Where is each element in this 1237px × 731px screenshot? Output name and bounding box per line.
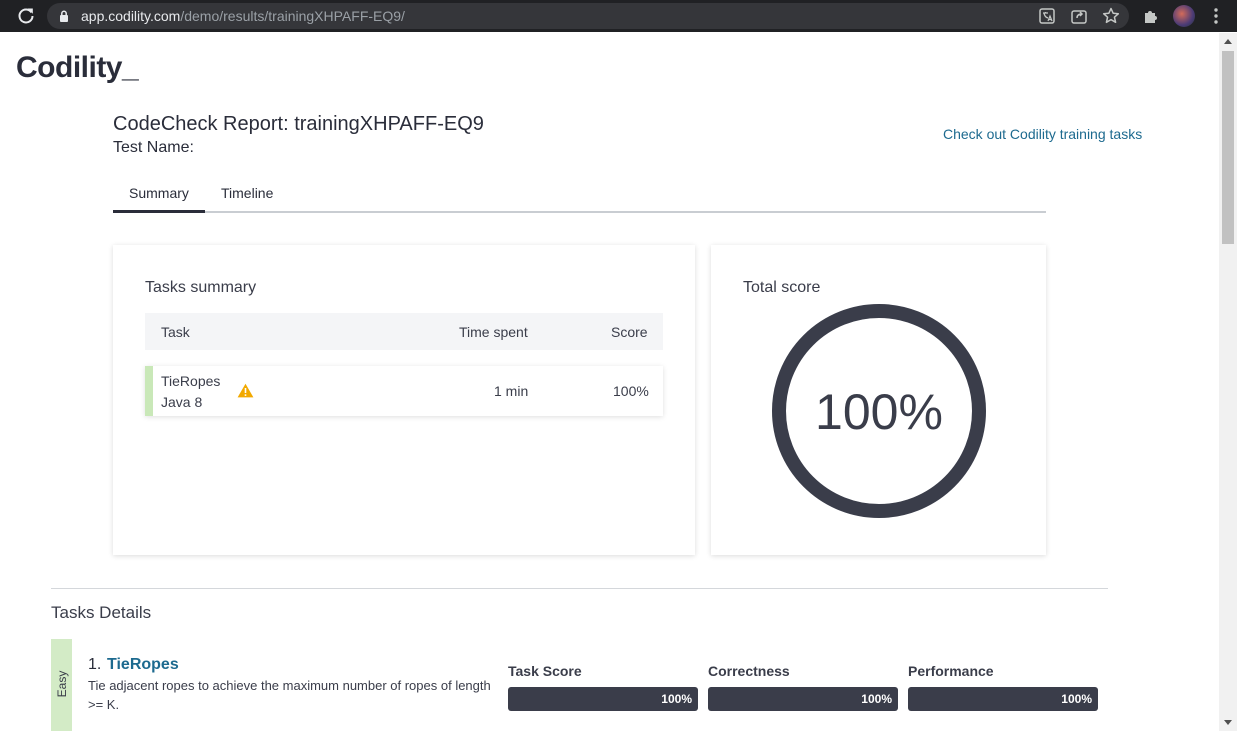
url-path: /demo/results/trainingXHPAFF-EQ9/ bbox=[180, 8, 405, 24]
correctness-bar: 100% bbox=[708, 687, 898, 711]
more-menu-icon[interactable] bbox=[1206, 6, 1226, 26]
task-score-value: 100% bbox=[661, 692, 692, 706]
translate-icon[interactable] bbox=[1037, 6, 1057, 26]
tab-summary[interactable]: Summary bbox=[129, 185, 189, 201]
performance-label: Performance bbox=[908, 663, 994, 679]
reload-icon[interactable] bbox=[16, 6, 36, 26]
total-score-title: Total score bbox=[743, 279, 821, 296]
column-header-time-spent: Time spent bbox=[459, 324, 528, 340]
url-host: app.codility.com bbox=[81, 8, 181, 24]
page-scrollbar[interactable] bbox=[1219, 33, 1237, 731]
task-status-marker bbox=[145, 366, 153, 416]
task-score-bar: 100% bbox=[508, 687, 698, 711]
correctness-label: Correctness bbox=[708, 663, 790, 679]
tasks-details-title: Tasks Details bbox=[51, 603, 152, 622]
tab-timeline[interactable]: Timeline bbox=[221, 185, 273, 201]
section-divider bbox=[51, 588, 1108, 589]
page-title: CodeCheck Report: trainingXHPAFF-EQ9 bbox=[113, 113, 484, 135]
column-header-score: Score bbox=[611, 324, 648, 340]
task-score-label: Task Score bbox=[508, 663, 582, 679]
task-name: TieRopes bbox=[161, 373, 221, 389]
performance-value: 100% bbox=[1061, 692, 1092, 706]
codility-logo[interactable]: Codility_ bbox=[16, 51, 139, 85]
difficulty-badge: Easy bbox=[51, 639, 72, 731]
correctness-value: 100% bbox=[861, 692, 892, 706]
browser-toolbar: app.codility.com/demo/results/trainingXH… bbox=[0, 0, 1237, 32]
share-icon[interactable] bbox=[1069, 6, 1089, 26]
task-number: 1. bbox=[88, 656, 102, 673]
tabs-divider bbox=[113, 211, 1046, 213]
warning-icon[interactable] bbox=[237, 383, 254, 398]
bookmark-star-icon[interactable] bbox=[1101, 6, 1121, 26]
test-name-label: Test Name: bbox=[113, 139, 194, 156]
task-title-link[interactable]: TieRopes bbox=[107, 656, 179, 674]
lock-icon[interactable] bbox=[59, 10, 69, 22]
profile-avatar[interactable] bbox=[1173, 5, 1195, 27]
performance-bar: 100% bbox=[908, 687, 1098, 711]
address-bar[interactable]: app.codility.com/demo/results/trainingXH… bbox=[47, 3, 1129, 29]
task-description: Tie adjacent ropes to achieve the maximu… bbox=[88, 678, 491, 712]
url-text[interactable]: app.codility.com/demo/results/trainingXH… bbox=[81, 8, 405, 24]
difficulty-label: Easy bbox=[55, 670, 69, 698]
scroll-down-arrow-icon[interactable] bbox=[1224, 720, 1232, 725]
table-row[interactable]: TieRopes Java 8 1 min 100% bbox=[145, 366, 663, 416]
scroll-up-arrow-icon[interactable] bbox=[1224, 39, 1232, 44]
scrollbar-thumb[interactable] bbox=[1222, 51, 1234, 244]
task-score: 100% bbox=[613, 383, 649, 399]
total-score-value: 100% bbox=[815, 384, 943, 440]
total-score-ring: 100% bbox=[772, 304, 986, 518]
task-language: Java 8 bbox=[161, 394, 203, 410]
extensions-icon[interactable] bbox=[1141, 6, 1161, 26]
training-tasks-link[interactable]: Check out Codility training tasks bbox=[943, 126, 1142, 142]
column-header-task: Task bbox=[161, 324, 190, 340]
tasks-summary-title: Tasks summary bbox=[145, 279, 257, 296]
active-tab-indicator bbox=[113, 210, 205, 213]
tasks-table-header: Task Time spent Score bbox=[145, 313, 663, 350]
task-time-spent: 1 min bbox=[494, 383, 529, 399]
